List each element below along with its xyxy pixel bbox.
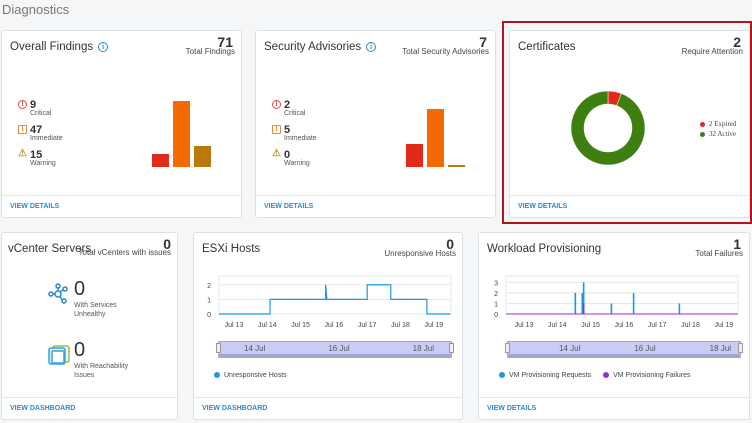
immediate-icon: ! — [18, 125, 27, 134]
y-tick-label: 2 — [494, 291, 498, 298]
total-label: Total Failures — [695, 249, 743, 258]
info-icon[interactable]: i — [366, 42, 377, 52]
total-label: Total vCenters with issues — [78, 248, 171, 257]
x-tick-label: Jul 18 — [391, 322, 410, 329]
card-footer: VIEW DETAILS — [2, 195, 241, 217]
x-tick-label: Jul 13 — [225, 322, 244, 329]
total-label: Unresponsive Hosts — [384, 249, 456, 258]
total-label: Total Security Advisories — [402, 47, 489, 56]
y-tick-label: 0 — [207, 312, 211, 319]
y-tick-label: 1 — [207, 297, 211, 304]
total-label: Total Findings — [185, 47, 235, 56]
plot-area — [218, 275, 452, 315]
navigator-handle-left[interactable] — [505, 343, 510, 353]
card-footer: VIEW DASHBOARD — [194, 397, 462, 419]
view-details-link[interactable]: VIEW DETAILS — [264, 203, 313, 210]
esxi-hosts-card: ESXi Hosts 0 Unresponsive Hosts 0 1 2 Jul 1… — [193, 232, 463, 420]
x-tick-label: Jul 15 — [581, 322, 600, 329]
stat-warning: ⚠ 15 Warning — [18, 148, 56, 168]
network-services-icon — [48, 283, 68, 304]
x-tick-label: Jul 16 — [325, 322, 344, 329]
navigator-labels: 14 Jul 16 Jul 18 Jul — [244, 344, 434, 353]
bar-critical[interactable] — [406, 143, 423, 167]
x-tick-label: Jul 16 — [615, 322, 634, 329]
y-tick-label: 2 — [207, 283, 211, 290]
findings-bar-chart — [152, 101, 217, 167]
security-advisories-card: Security Advisories i 7 Total Security Ad… — [255, 30, 496, 218]
bar-warning[interactable] — [194, 145, 211, 167]
vcenter-servers-card: vCenter Servers 0 Total vCenters with is… — [1, 232, 178, 420]
view-dashboard-link[interactable]: VIEW DASHBOARD — [10, 405, 75, 412]
x-tick-label: Jul 19 — [424, 322, 443, 329]
donut-legend: 2 Expired 32 Active — [700, 119, 736, 139]
bar-immediate[interactable] — [427, 109, 444, 167]
stat-immediate: ! 5 Immediate — [272, 124, 317, 142]
card-footer: VIEW DETAILS — [510, 195, 749, 217]
page-title: Diagnostics — [2, 2, 70, 17]
navigator-labels: 14 Jul 16 Jul 18 Jul — [559, 344, 731, 353]
view-details-link[interactable]: VIEW DETAILS — [487, 405, 536, 412]
certificates-donut-chart — [570, 90, 646, 166]
y-tick-label: 0 — [494, 312, 498, 319]
reachability-issues-stat: 0 With Reachability Issues — [74, 339, 129, 379]
view-details-link[interactable]: VIEW DETAILS — [518, 203, 567, 210]
chart-legend: Unresponsive Hosts — [214, 372, 287, 379]
navigator-scrollbar[interactable] — [218, 355, 452, 358]
y-tick-label: 3 — [494, 280, 498, 287]
navigator-handle-right[interactable] — [738, 343, 743, 353]
navigator-handle-left[interactable] — [216, 343, 221, 353]
bar-warning[interactable] — [448, 165, 465, 167]
card-title: Overall Findings i — [10, 41, 109, 53]
workload-provisioning-card: Workload Provisioning 1 Total Failures 0… — [478, 232, 750, 420]
info-icon[interactable]: i — [98, 42, 109, 52]
x-tick-label: Jul 17 — [648, 322, 667, 329]
bar-critical[interactable] — [152, 154, 169, 167]
card-footer: VIEW DETAILS — [479, 397, 749, 419]
card-title: Security Advisories i — [264, 41, 377, 53]
stat-immediate: ! 47 Immediate — [18, 124, 63, 142]
x-tick-label: Jul 17 — [358, 322, 377, 329]
navigator-handle-right[interactable] — [449, 343, 454, 353]
view-details-link[interactable]: VIEW DETAILS — [10, 203, 59, 210]
card-title: Workload Provisioning — [487, 243, 602, 255]
x-tick-label: Jul 19 — [714, 322, 733, 329]
card-title: ESXi Hosts — [202, 243, 261, 255]
card-title: Certificates — [518, 41, 576, 53]
x-tick-label: Jul 14 — [548, 322, 567, 329]
x-tick-label: Jul 14 — [258, 322, 277, 329]
stat-critical: ! 2 Critical — [272, 99, 305, 117]
x-tick-label: Jul 13 — [515, 322, 534, 329]
services-unhealthy-stat: 0 With Services Unhealthy — [74, 278, 117, 318]
certificates-card: Certificates 2 Require Attention 2 Expir… — [509, 30, 750, 218]
critical-icon: ! — [18, 100, 27, 109]
navigator-scrollbar[interactable] — [507, 355, 741, 358]
legend-expired: 2 Expired — [700, 119, 736, 129]
overall-findings-card: Overall Findings i 71 Total Findings ! 9 Cr… — [1, 30, 242, 218]
stat-critical: ! 9 Critical — [18, 99, 51, 117]
time-navigator[interactable]: 14 Jul 16 Jul 18 Jul — [505, 341, 743, 358]
stacked-squares-icon — [48, 345, 70, 365]
view-dashboard-link[interactable]: VIEW DASHBOARD — [202, 405, 267, 412]
card-footer: VIEW DASHBOARD — [2, 397, 177, 419]
chart-legend: VM Provisioning Requests VM Provisioning … — [499, 372, 691, 379]
warning-icon: ⚠ — [18, 148, 27, 159]
plot-area — [505, 275, 739, 315]
slice-active[interactable] — [570, 90, 646, 166]
immediate-icon: ! — [272, 125, 281, 134]
x-tick-label: Jul 15 — [291, 322, 310, 329]
advisories-bar-chart — [406, 109, 471, 167]
legend-active: 32 Active — [700, 129, 736, 139]
bar-immediate[interactable] — [173, 101, 190, 167]
stat-warning: ⚠ 0 Warning — [272, 148, 310, 168]
x-tick-label: Jul 18 — [681, 322, 700, 329]
warning-icon: ⚠ — [272, 148, 281, 159]
time-navigator[interactable]: 14 Jul 16 Jul 18 Jul — [216, 341, 454, 358]
total-label: Require Attention — [681, 47, 743, 56]
card-footer: VIEW DETAILS — [256, 195, 495, 217]
critical-icon: ! — [272, 100, 281, 109]
y-tick-label: 1 — [494, 301, 498, 308]
